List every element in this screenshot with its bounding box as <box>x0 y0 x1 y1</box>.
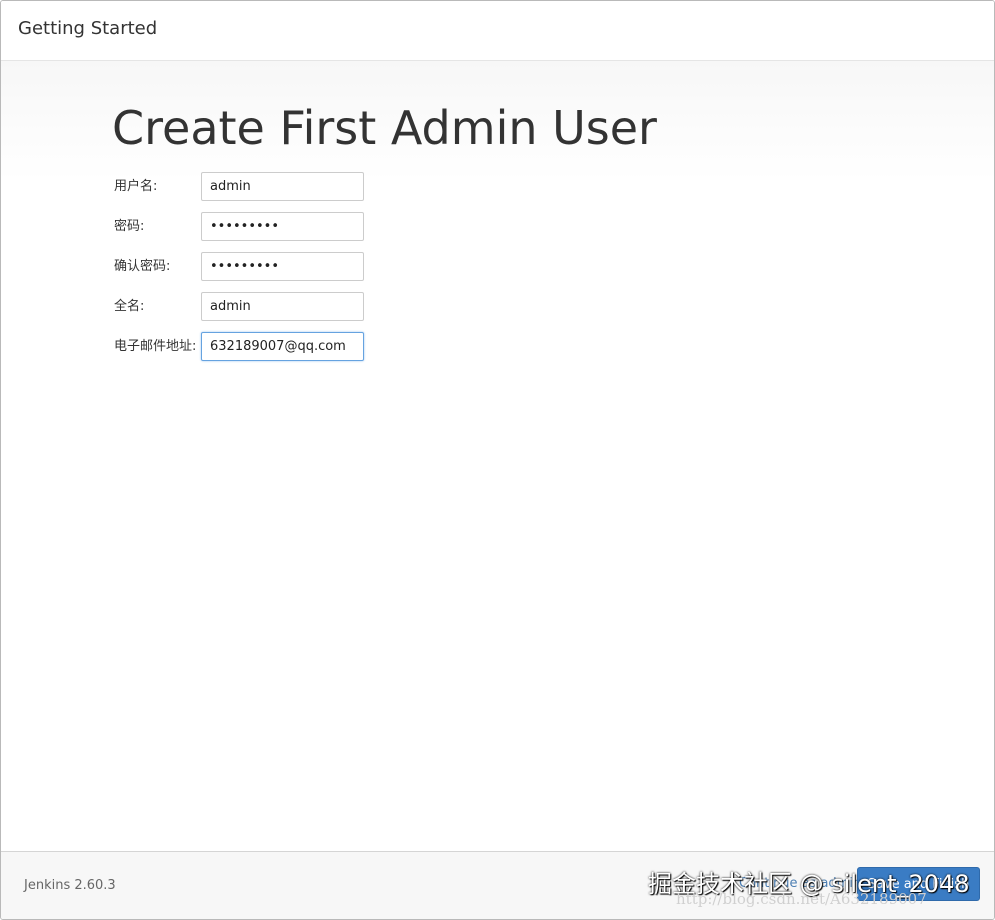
dialog-title: Getting Started <box>18 18 158 39</box>
fullname-label: 全名: <box>114 299 145 314</box>
username-row: 用户名: <box>114 172 374 202</box>
page-heading: Create First Admin User <box>112 101 657 155</box>
watermark-url: http://blog.csdn.net/A632189007 <box>676 890 927 908</box>
fullname-input[interactable] <box>201 292 364 321</box>
username-input[interactable] <box>201 172 364 201</box>
confirm-password-label: 确认密码: <box>114 259 171 274</box>
dialog-header: Getting Started <box>1 1 994 61</box>
password-row: 密码: <box>114 212 374 242</box>
dialog-body: Create First Admin User 用户名: 密码: 确认密码: 全… <box>1 61 994 851</box>
password-input[interactable] <box>201 212 364 241</box>
email-label: 电子邮件地址: <box>114 339 197 354</box>
confirm-password-row: 确认密码: <box>114 252 374 282</box>
setup-wizard-dialog: Getting Started Create First Admin User … <box>0 0 995 920</box>
version-label: Jenkins 2.60.3 <box>24 878 116 893</box>
fullname-row: 全名: <box>114 292 374 322</box>
confirm-password-input[interactable] <box>201 252 364 281</box>
email-input[interactable] <box>201 332 364 361</box>
email-row: 电子邮件地址: <box>114 332 374 362</box>
password-label: 密码: <box>114 219 145 234</box>
username-label: 用户名: <box>114 179 158 194</box>
